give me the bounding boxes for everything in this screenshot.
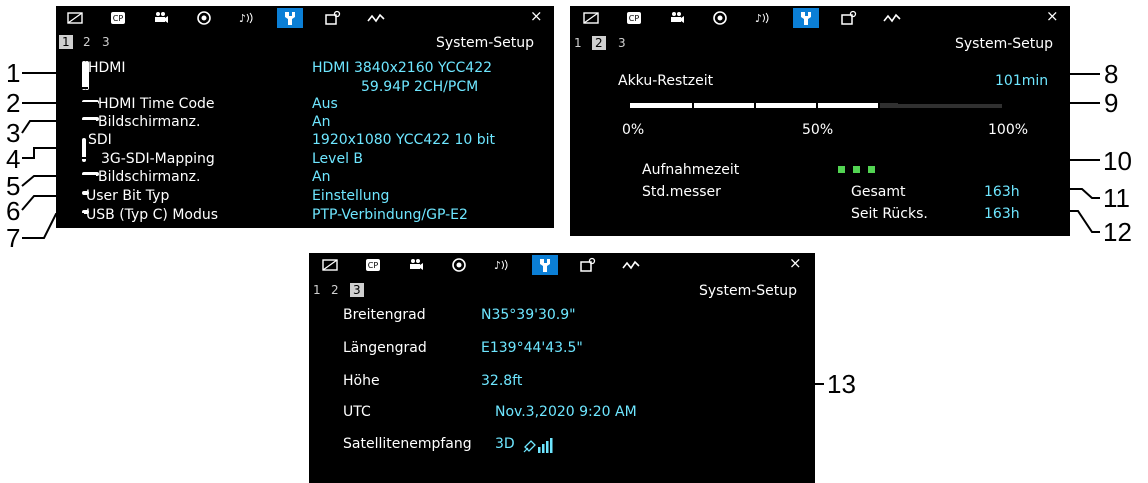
- callout-13: 13: [827, 369, 856, 399]
- callout-8: 8: [1104, 59, 1119, 89]
- callout-10: 10: [1103, 146, 1132, 176]
- callout-1: 1: [6, 58, 21, 88]
- callout-7: 7: [6, 223, 21, 253]
- callout-2: 2: [6, 88, 21, 118]
- callout-3: 3: [6, 118, 21, 148]
- callout-11: 11: [1103, 183, 1130, 213]
- callout-lines: [21, 57, 1100, 463]
- callout-12: 12: [1103, 217, 1132, 247]
- callout-4: 4: [6, 144, 21, 174]
- callout-9: 9: [1104, 88, 1119, 118]
- callout-6: 6: [6, 196, 21, 226]
